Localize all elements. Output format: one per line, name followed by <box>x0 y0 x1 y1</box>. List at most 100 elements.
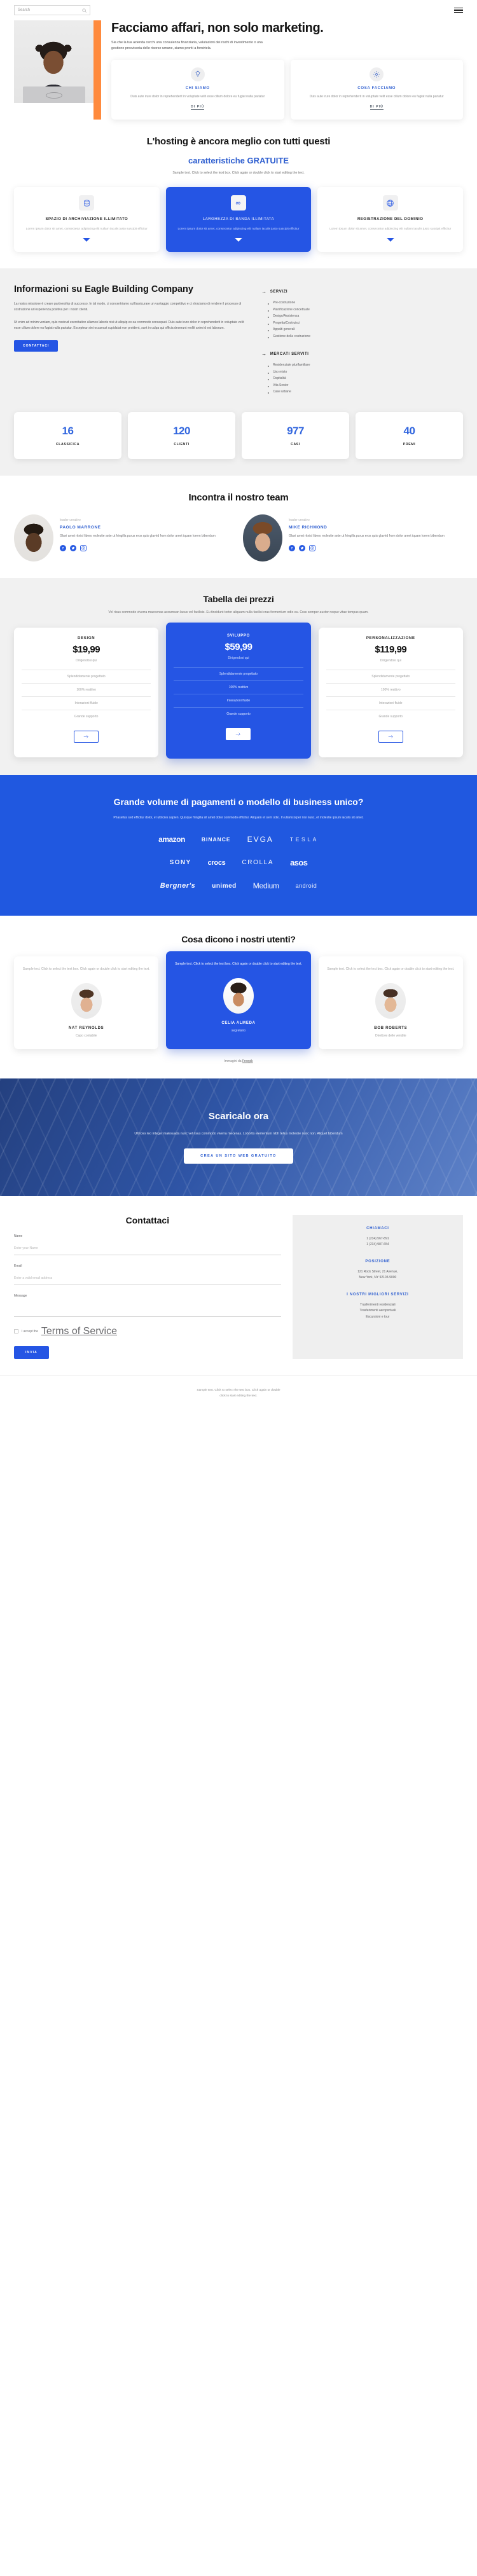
hero-card-link[interactable]: DI PIÙ <box>370 105 384 111</box>
phone-2[interactable]: 1 (234) 987-654 <box>301 1242 454 1248</box>
name-label: Name <box>14 1234 23 1238</box>
testimonial-quote: Sample text. Click to select the text bo… <box>22 967 150 972</box>
globe-www-icon <box>382 195 398 211</box>
list-item: Pre-costruzione <box>268 300 463 307</box>
stat-number: 16 <box>62 424 74 437</box>
search-icon <box>82 8 86 13</box>
search-placeholder: Search <box>18 8 31 12</box>
terms-link[interactable]: Terms of Service <box>41 1326 117 1337</box>
hero-card-chi-siamo[interactable]: CHI SIAMO Duis aute irure dolor in repre… <box>111 59 284 120</box>
terms-consent-row[interactable]: I accept the Terms of Service <box>14 1326 281 1337</box>
plan-period: Dirigendosi qui <box>380 658 401 663</box>
address-line-2: New York, NY 92103-9000 <box>359 1276 397 1280</box>
member-name: PAOLO MARRONE <box>60 525 101 530</box>
brands-title: Grande volume di pagamenti o modello di … <box>113 796 364 807</box>
brand-logo-asos: asos <box>290 858 308 868</box>
hero-accent-bar <box>93 20 101 120</box>
pricing-card-design[interactable]: DESIGN $19,99 Dirigendosi qui Splendidam… <box>14 627 159 757</box>
testimonial-name: BOB ROBERTS <box>374 1026 408 1030</box>
plan-feature: Grande supporto <box>174 706 303 720</box>
about-title: Informazioni su Eagle Building Company <box>14 284 193 295</box>
services-list: Pre-costruzione Pianificazione concettua… <box>268 300 463 340</box>
plan-feature: Interazioni fluide <box>326 696 455 710</box>
hamburger-menu-icon[interactable] <box>454 7 463 13</box>
avatar <box>243 514 282 561</box>
brand-logo-evga: EVGA <box>247 835 273 844</box>
testimonial-card-1: Sample text. Click to select the text bo… <box>14 956 159 1049</box>
terms-checkbox[interactable] <box>14 1329 18 1334</box>
plan-name: DESIGN <box>78 636 95 640</box>
list-item: Gestione della costruzione <box>268 333 463 340</box>
pricing-card-sviluppo[interactable]: SVILUPPO $59,99 Dirigendosi qui Splendid… <box>166 622 311 759</box>
feature-card-text: Lorem ipsum dolor sit amet, consectetur … <box>329 228 452 231</box>
message-label: Message <box>14 1293 27 1298</box>
plan-feature: 100% reattivo <box>22 682 151 696</box>
instagram-icon[interactable] <box>309 545 315 552</box>
pricing-subtitle: Vel risus commodo viverra maecenas accum… <box>108 610 369 614</box>
hosting-title: L'hosting è ancora meglio con tutti ques… <box>146 136 331 148</box>
plan-feature: Splendidamente progettato <box>326 669 455 683</box>
pricing-card-personalizzazione[interactable]: PERSONALIZZAZIONE $119,99 Dirigendosi qu… <box>318 627 463 757</box>
stats-section: 16 CLASSIFICA 120 CLIENTI 977 CASI 40 PR… <box>0 411 477 476</box>
twitter-icon[interactable] <box>299 545 305 552</box>
testimonial-card-3: Sample text. Click to select the text bo… <box>318 956 463 1049</box>
plan-price: $59,99 <box>225 641 252 652</box>
brand-row-1: amazon BINANCE EVGA TESLA <box>14 835 463 844</box>
feature-card-bandwidth[interactable]: LARGHEZZA DI BANDA ILLIMITATA Lorem ipsu… <box>165 187 312 252</box>
message-field[interactable]: Message <box>14 1294 281 1317</box>
hero-card-cosa-facciamo[interactable]: COSA FACCIAMO Duis aute irure dolor in r… <box>290 59 463 120</box>
plan-feature: Interazioni fluide <box>22 696 151 710</box>
chevron-down-icon[interactable] <box>235 238 242 242</box>
plan-feature: 100% reattivo <box>326 682 455 696</box>
plan-feature: Splendidamente progettato <box>22 669 151 683</box>
feature-card-domain[interactable]: REGISTRAZIONE DEL DOMINIO Lorem ipsum do… <box>317 187 464 252</box>
phone-1[interactable]: 1 (234) 567-891 <box>301 1236 454 1243</box>
call-us-heading: CHIAMACI <box>366 1226 389 1230</box>
plan-period: Dirigendosi qui <box>228 656 249 660</box>
instagram-icon[interactable] <box>80 545 86 552</box>
list-item: Progetta/Costruisci <box>268 320 463 327</box>
name-field[interactable]: Name Enter your Name <box>14 1234 281 1255</box>
testimonials-title: Cosa dicono i nostri utenti? <box>181 934 296 945</box>
freepik-link[interactable]: Freepik <box>242 1059 253 1063</box>
facebook-icon[interactable] <box>289 545 295 552</box>
plan-feature: Interazioni fluide <box>174 693 303 707</box>
plan-select-button[interactable] <box>226 727 251 740</box>
create-website-button[interactable]: CREA UN SITO WEB GRATUITO <box>184 1148 293 1164</box>
feature-card-storage[interactable]: SPAZIO DI ARCHIVIAZIONE ILLIMITATO Lorem… <box>14 187 160 252</box>
brand-logo-crolla: CROLLA <box>242 859 274 867</box>
plan-select-button[interactable] <box>74 730 99 743</box>
brand-logo-android: android <box>295 883 317 890</box>
pricing-section: Tabella dei prezzi Vel risus commodo viv… <box>0 577 477 775</box>
hero-card-title: COSA FACCIAMO <box>357 86 396 90</box>
brand-logo-crocs: crocs <box>207 858 226 867</box>
arrow-right-icon: → <box>261 351 267 357</box>
avatar <box>14 514 53 561</box>
list-item: Residenziale plurifamiliare <box>268 362 463 369</box>
list-item: Pianificazione concettuale <box>268 307 463 313</box>
chevron-down-icon[interactable] <box>386 238 394 242</box>
twitter-icon[interactable] <box>70 545 76 552</box>
arrow-right-icon: → <box>261 289 267 295</box>
submit-button[interactable]: INVIA <box>14 1346 49 1359</box>
stat-label: PREMI <box>403 442 416 446</box>
search-input[interactable]: Search <box>14 5 90 15</box>
stat-number: 40 <box>403 424 415 437</box>
stat-card-premi: 40 PREMI <box>356 411 463 459</box>
testimonial-name: NAT REYNOLDS <box>69 1026 104 1030</box>
brands-section: Grande volume di pagamenti o modello di … <box>0 775 477 916</box>
facebook-icon[interactable] <box>60 545 66 552</box>
list-item: Ospitalità <box>268 375 463 382</box>
contact-us-button[interactable]: CONTATTACI <box>14 340 59 352</box>
hero-card-link[interactable]: DI PIÙ <box>191 105 205 111</box>
chevron-down-icon[interactable] <box>83 238 91 242</box>
plan-feature: 100% reattivo <box>174 680 303 694</box>
email-field[interactable]: Email Enter a valid email address <box>14 1264 281 1285</box>
plan-select-button[interactable] <box>378 730 403 743</box>
terms-text: I accept the <box>22 1329 38 1333</box>
feature-card-title: LARGHEZZA DI BANDA ILLIMITATA <box>202 217 275 222</box>
contact-info-panel: CHIAMACI 1 (234) 567-891 1 (234) 987-654… <box>292 1215 463 1359</box>
infinity-icon <box>231 195 246 211</box>
hosting-subtitle: Sample text. Click to select the text bo… <box>172 171 305 176</box>
hero-photo <box>14 20 93 103</box>
